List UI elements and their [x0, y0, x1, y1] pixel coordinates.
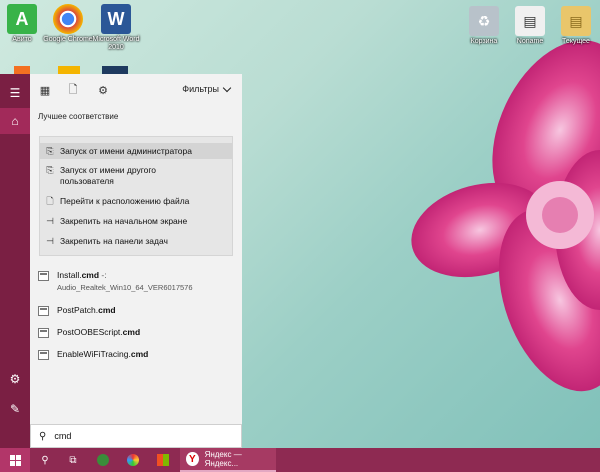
gear-icon: ⚙ — [9, 372, 21, 386]
taskbar-app-2[interactable] — [120, 448, 146, 472]
cmd-file-icon — [38, 271, 49, 281]
cmd-file-icon — [38, 328, 49, 338]
filters-dropdown[interactable]: Фильтры — [182, 83, 232, 94]
recycle-bin-icon: ♻ — [469, 6, 499, 36]
pin-start-icon: ⊣ — [46, 216, 54, 226]
filters-label: Фильтры — [182, 84, 219, 94]
settings-tab-button[interactable]: ⚙ — [96, 83, 110, 97]
taskbar-yandex-browser[interactable]: Y Яндекс — Яндекс... — [180, 448, 276, 472]
hamburger-menu-button[interactable]: ☰ — [0, 80, 30, 106]
start-button[interactable] — [0, 448, 30, 472]
taskbar: ⚲ ⧉ Y Яндекс — Яндекс... — [0, 448, 600, 472]
task-view-icon: ⧉ — [69, 454, 77, 466]
paint-icon — [127, 454, 139, 466]
pin-taskbar-icon: ⊣ — [46, 236, 54, 246]
result-enablewifitracing-cmd[interactable]: EnableWiFiTracing.cmd — [38, 349, 238, 360]
run-as-other-user-item[interactable]: ⎘ Запуск от имени другого пользователя — [40, 164, 232, 190]
desktop-icon-partial-2[interactable] — [58, 66, 80, 74]
result-install-cmd[interactable]: Install.cmd -: Audio_Realtek_Win10_64_VE… — [38, 270, 238, 292]
taskbar-app-3[interactable] — [150, 448, 176, 472]
search-icon: ⚲ — [41, 454, 49, 466]
search-icon: ⚲ — [39, 430, 47, 442]
home-button[interactable]: ⌂ — [0, 108, 30, 134]
file-icon: ▤ — [515, 6, 545, 36]
search-toolbar: ▦ 🗋 ⚙ Фильтры — [30, 74, 242, 106]
home-icon: ⌂ — [11, 114, 19, 128]
cmd-file-icon — [38, 350, 49, 360]
gear-icon: ⚙ — [98, 84, 108, 97]
desktop-icon-partial-1[interactable] — [14, 66, 30, 74]
context-menu: ⎘ Запуск от имени администратора ⎘ Запус… — [39, 136, 233, 256]
store-icon — [157, 454, 169, 466]
feedback-button[interactable]: ✎ — [0, 396, 30, 422]
news-icon: ▦ — [39, 84, 51, 97]
word-icon: W — [101, 4, 131, 34]
media-icon — [97, 454, 109, 466]
news-tab-button[interactable]: ▦ — [38, 83, 52, 97]
chevron-down-icon — [222, 83, 232, 92]
best-match-title: Лучшее соответствие — [38, 112, 119, 121]
run-as-admin-item[interactable]: ⎘ Запуск от имени администратора — [40, 143, 232, 159]
search-box[interactable]: ⚲ — [30, 424, 242, 448]
taskbar-app-1[interactable] — [90, 448, 116, 472]
windows-logo-icon — [9, 454, 21, 466]
desktop-icon-current-folder[interactable]: ▤ Текущее — [546, 6, 600, 46]
search-panel: ▦ 🗋 ⚙ Фильтры Лучшее соответствие ⎘ Запу… — [30, 74, 242, 448]
open-file-location-item[interactable]: 🗋 Перейти к расположению файла — [40, 195, 232, 211]
pin-to-taskbar-item[interactable]: ⊣ Закрепить на панели задач — [40, 235, 232, 251]
yandex-icon: Y — [186, 452, 199, 466]
open-location-icon: 🗋 — [46, 196, 54, 206]
task-view-button[interactable]: ⧉ — [60, 448, 86, 472]
feedback-icon: ✎ — [9, 402, 21, 416]
documents-tab-button[interactable]: 🗋 — [66, 83, 80, 97]
other-user-run-icon: ⎘ — [46, 165, 54, 175]
taskbar-search-button[interactable]: ⚲ — [32, 448, 58, 472]
chrome-icon — [53, 4, 83, 34]
result-postoobescript-cmd[interactable]: PostOOBEScript.cmd — [38, 327, 238, 338]
search-input[interactable] — [54, 431, 215, 441]
result-postpatch-cmd[interactable]: PostPatch.cmd — [38, 305, 238, 316]
desktop-icon-partial-3[interactable] — [102, 66, 128, 74]
start-menu-rail: ☰ ⌂ ⚙ ✎ — [0, 74, 30, 448]
settings-button[interactable]: ⚙ — [0, 366, 30, 392]
desktop-icon-word[interactable]: W Microsoft Word 2010 — [86, 4, 146, 52]
document-icon: 🗋 — [68, 83, 78, 96]
folder-icon: ▤ — [561, 6, 591, 36]
admin-run-icon: ⎘ — [46, 146, 54, 156]
avito-icon: A — [7, 4, 37, 34]
cmd-file-icon — [38, 306, 49, 316]
hamburger-icon: ☰ — [9, 86, 21, 100]
pin-to-start-item[interactable]: ⊣ Закрепить на начальном экране — [40, 215, 232, 231]
